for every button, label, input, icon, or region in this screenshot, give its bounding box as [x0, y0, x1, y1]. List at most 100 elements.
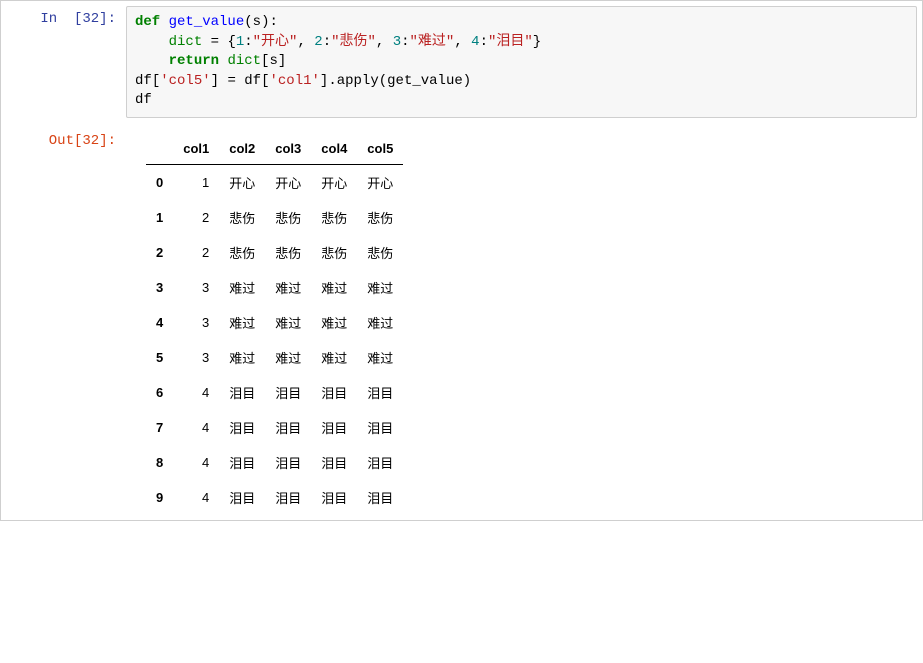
indent2 — [135, 53, 169, 69]
cell: 1 — [173, 164, 219, 200]
code-block[interactable]: def get_value(s): dict = {1:"开心", 2:"悲伤"… — [135, 13, 908, 111]
cell: 难过 — [265, 305, 311, 340]
rp2: ) — [463, 73, 471, 89]
cell: 难过 — [219, 270, 265, 305]
row-index: 6 — [146, 375, 173, 410]
cell: 难过 — [265, 340, 311, 375]
cell: 难过 — [357, 340, 403, 375]
cell: 泪目 — [219, 445, 265, 480]
s1: "开心" — [253, 34, 298, 50]
n1: 1 — [236, 34, 244, 50]
n2: 2 — [314, 34, 322, 50]
table-body: 0 1 开心 开心 开心 开心 1 2 悲伤 悲伤 悲伤 悲伤 — [146, 164, 403, 515]
id-gv: get_value — [387, 73, 463, 89]
indent — [135, 34, 169, 50]
s-col1: 'col1' — [269, 73, 319, 89]
kw-return: return — [169, 53, 219, 69]
input-cell: In [32]: def get_value(s): dict = {1:"开心… — [1, 1, 922, 123]
cell: 悲伤 — [265, 235, 311, 270]
cell: 悲伤 — [311, 235, 357, 270]
cell: 泪目 — [311, 375, 357, 410]
notebook-container: In [32]: def get_value(s): dict = {1:"开心… — [0, 0, 923, 521]
id-df2: df — [244, 73, 261, 89]
cell: 难过 — [357, 270, 403, 305]
rsub: ] — [278, 53, 286, 69]
cell: 悲伤 — [311, 200, 357, 235]
eq: = — [202, 34, 227, 50]
code-input-area[interactable]: def get_value(s): dict = {1:"开心", 2:"悲伤"… — [126, 6, 917, 118]
table-row: 8 4 泪目 泪目 泪目 泪目 — [146, 445, 403, 480]
cell: 开心 — [357, 164, 403, 200]
c3: , — [454, 34, 471, 50]
cell: 悲伤 — [219, 235, 265, 270]
cell: 难过 — [219, 340, 265, 375]
in-prompt: In [32]: — [6, 6, 126, 118]
output-area: col1 col2 col3 col4 col5 0 1 开心 开心 开心 开心 — [126, 128, 917, 515]
s2: "悲伤" — [331, 34, 376, 50]
cell: 3 — [173, 270, 219, 305]
id-dict2: dict — [227, 53, 261, 69]
cell: 4 — [173, 445, 219, 480]
table-row: 9 4 泪目 泪目 泪目 泪目 — [146, 480, 403, 515]
kw-def: def — [135, 14, 160, 30]
header-col: col5 — [357, 133, 403, 165]
cell: 难过 — [311, 305, 357, 340]
row-index: 0 — [146, 164, 173, 200]
cell: 悲伤 — [265, 200, 311, 235]
cell: 难过 — [219, 305, 265, 340]
rbrace: } — [533, 34, 541, 50]
id-df3: df — [135, 92, 152, 108]
id-apply: apply — [337, 73, 379, 89]
cell: 泪目 — [357, 480, 403, 515]
table-header-row: col1 col2 col3 col4 col5 — [146, 133, 403, 165]
n4: 4 — [471, 34, 479, 50]
id-df: df — [135, 73, 152, 89]
cell: 泪目 — [219, 375, 265, 410]
cell: 2 — [173, 235, 219, 270]
kc1: : — [244, 34, 252, 50]
cell: 难过 — [311, 340, 357, 375]
cell: 悲伤 — [357, 235, 403, 270]
kc2: : — [323, 34, 331, 50]
row-index: 5 — [146, 340, 173, 375]
table-row: 0 1 开心 开心 开心 开心 — [146, 164, 403, 200]
cell: 泪目 — [265, 445, 311, 480]
cell: 难过 — [311, 270, 357, 305]
row-index: 9 — [146, 480, 173, 515]
cell: 2 — [173, 200, 219, 235]
lparen: ( — [244, 14, 252, 30]
cell: 泪目 — [311, 445, 357, 480]
row-index: 8 — [146, 445, 173, 480]
header-col: col1 — [173, 133, 219, 165]
cell: 开心 — [265, 164, 311, 200]
header-col: col4 — [311, 133, 357, 165]
cell: 3 — [173, 305, 219, 340]
cell: 4 — [173, 480, 219, 515]
table-row: 1 2 悲伤 悲伤 悲伤 悲伤 — [146, 200, 403, 235]
cell: 悲伤 — [357, 200, 403, 235]
cell: 泪目 — [311, 410, 357, 445]
arg-s2: s — [269, 53, 277, 69]
table-head: col1 col2 col3 col4 col5 — [146, 133, 403, 165]
func-name: get_value — [169, 14, 245, 30]
c2: , — [376, 34, 393, 50]
kc3: : — [401, 34, 409, 50]
table-row: 2 2 悲伤 悲伤 悲伤 悲伤 — [146, 235, 403, 270]
rsub2: ] — [211, 73, 219, 89]
output-cell: Out[32]: col1 col2 col3 col4 col5 0 — [1, 123, 922, 520]
colon: : — [269, 14, 277, 30]
cell: 泪目 — [357, 375, 403, 410]
cell: 开心 — [311, 164, 357, 200]
cell: 泪目 — [219, 410, 265, 445]
cell: 4 — [173, 375, 219, 410]
dot: . — [328, 73, 336, 89]
table-row: 4 3 难过 难过 难过 难过 — [146, 305, 403, 340]
row-index: 3 — [146, 270, 173, 305]
cell: 泪目 — [219, 480, 265, 515]
header-col: col2 — [219, 133, 265, 165]
row-index: 2 — [146, 235, 173, 270]
cell: 难过 — [357, 305, 403, 340]
kc4: : — [480, 34, 488, 50]
lsub2: [ — [152, 73, 160, 89]
eq2: = — [219, 73, 244, 89]
